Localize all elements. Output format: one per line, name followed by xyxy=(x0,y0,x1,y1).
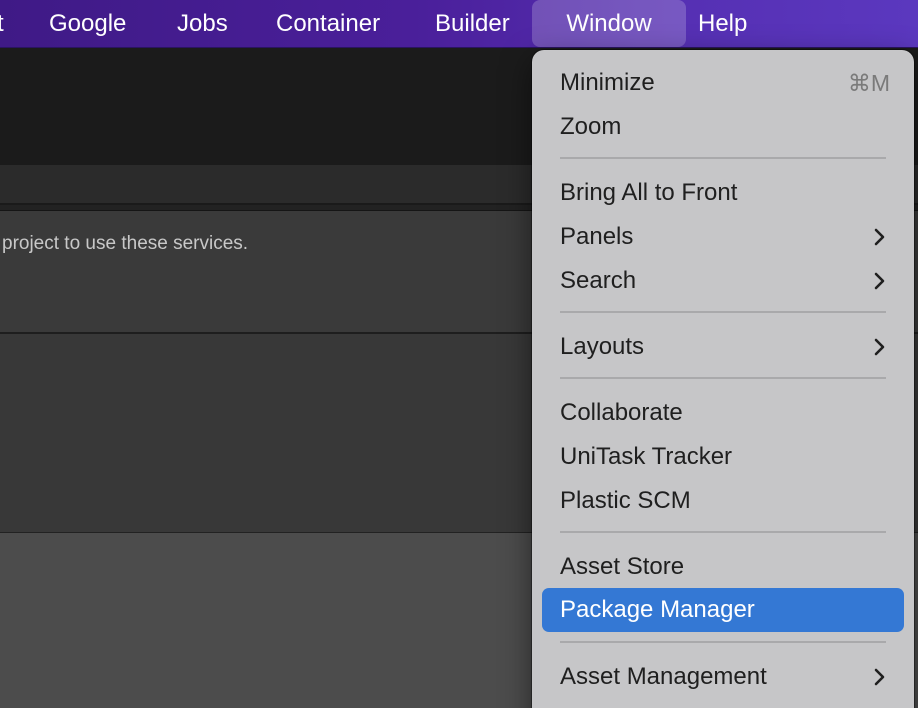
menu-item-collaborate[interactable]: Collaborate xyxy=(542,391,904,435)
menu-item-label: Panels xyxy=(560,223,634,250)
menubar-item-window[interactable]: Window xyxy=(532,0,686,47)
menu-separator xyxy=(560,641,886,643)
menu-separator xyxy=(560,531,886,533)
menu-item-label: UniTask Tracker xyxy=(560,443,733,470)
menu-item-package-manager[interactable]: Package Manager xyxy=(542,588,904,632)
menu-item-label: Search xyxy=(560,267,637,294)
menu-item-layouts[interactable]: Layouts xyxy=(542,325,904,369)
menu-item-label: Zoom xyxy=(560,113,622,140)
chevron-right-icon xyxy=(874,338,885,356)
menu-item-panels[interactable]: Panels xyxy=(542,215,904,259)
menu-item-minimize[interactable]: Minimize ⌘M xyxy=(542,61,904,105)
chevron-right-icon xyxy=(874,272,885,290)
menu-separator xyxy=(560,157,886,159)
menu-item-label: Bring All to Front xyxy=(560,179,738,206)
menubar-item-jobs[interactable]: Jobs xyxy=(177,0,228,48)
menubar-item-container[interactable]: Container xyxy=(276,0,380,48)
menu-item-label: Layouts xyxy=(560,333,645,360)
menu-item-unitask-tracker[interactable]: UniTask Tracker xyxy=(542,435,904,479)
menubar-item-partial[interactable]: t xyxy=(0,0,4,48)
menu-item-zoom[interactable]: Zoom xyxy=(542,105,904,149)
menu-item-search[interactable]: Search xyxy=(542,259,904,303)
menu-item-label: Asset Store xyxy=(560,553,685,580)
menu-item-label: Plastic SCM xyxy=(560,487,691,514)
menubar-item-builder[interactable]: Builder xyxy=(435,0,510,48)
menu-item-label: Collaborate xyxy=(560,399,683,426)
menu-item-bring-all-to-front[interactable]: Bring All to Front xyxy=(542,171,904,215)
menubar-item-help[interactable]: Help xyxy=(698,0,747,48)
window-menu-dropdown: Minimize ⌘M Zoom Bring All to Front Pane… xyxy=(532,50,914,708)
menu-separator xyxy=(560,377,886,379)
menu-separator xyxy=(560,311,886,313)
chevron-right-icon xyxy=(874,228,885,246)
services-notice-text: project to use these services. xyxy=(2,233,249,254)
screen: project to use these services. t Google … xyxy=(0,0,918,708)
menu-bar: t Google Jobs Container Builder Window H… xyxy=(0,0,918,48)
menu-item-label: Minimize xyxy=(560,69,655,96)
menu-item-label: Asset Management xyxy=(560,663,767,690)
chevron-right-icon xyxy=(874,668,885,686)
menu-item-asset-management[interactable]: Asset Management xyxy=(542,655,904,699)
menu-item-shortcut: ⌘M xyxy=(847,70,890,96)
menu-item-label: Package Manager xyxy=(560,596,755,623)
menu-item-plastic-scm[interactable]: Plastic SCM xyxy=(542,479,904,523)
menu-item-asset-store[interactable]: Asset Store xyxy=(542,545,904,589)
menubar-item-google[interactable]: Google xyxy=(49,0,126,48)
